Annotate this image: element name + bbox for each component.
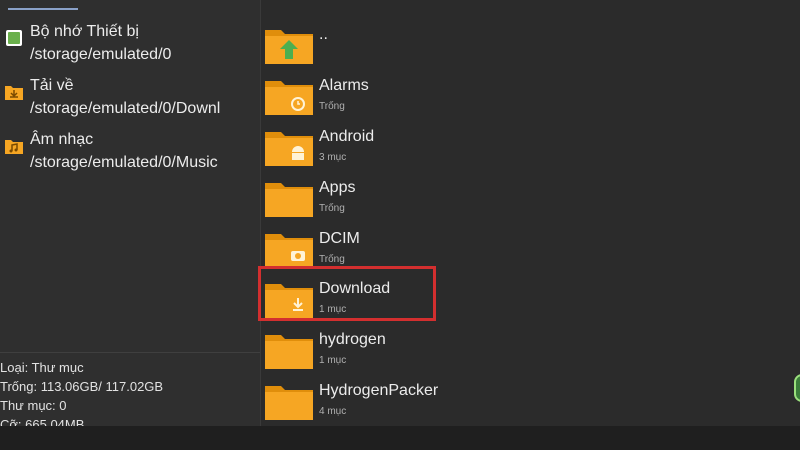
list-item-android[interactable]: Android 3 mục: [261, 120, 800, 170]
folder-list: .. Alarms Trống Android 3 mục Apps Trống: [261, 0, 800, 426]
folder-icon: [265, 81, 313, 115]
list-item-apps[interactable]: Apps Trống: [261, 171, 800, 221]
folder-name: Android: [319, 128, 375, 145]
info-type: Loại: Thư mục: [0, 360, 84, 375]
location-path: /storage/emulated/0/Music: [30, 154, 218, 171]
list-item-hydrogenpacker[interactable]: HydrogenPacker 4 mục: [261, 374, 800, 424]
folder-name: DCIM: [319, 230, 360, 247]
folder-name: HydrogenPacker: [319, 382, 439, 399]
location-name: Tải về: [30, 77, 74, 94]
location-music[interactable]: Âm nhạc /storage/emulated/0/Music: [0, 128, 260, 180]
music-folder-icon: [5, 140, 23, 154]
location-device-storage[interactable]: Bộ nhớ Thiết bị /storage/emulated/0: [0, 20, 260, 72]
download-highlight-box: [258, 266, 436, 321]
folder-item-count: 4 mục: [319, 406, 347, 417]
folder-name: Apps: [319, 179, 356, 196]
folder-icon: [265, 386, 313, 420]
download-folder-icon: [5, 86, 23, 100]
device-storage-icon: [6, 30, 22, 46]
folder-item-count: Trống: [319, 254, 345, 265]
android-icon: [292, 146, 304, 160]
location-name: Bộ nhớ Thiết bị: [30, 23, 139, 40]
location-path: /storage/emulated/0: [30, 46, 172, 63]
floating-action-edge[interactable]: [794, 374, 800, 402]
folder-item-count: 3 mục: [319, 152, 347, 163]
folder-icon: [265, 335, 313, 369]
location-path: /storage/emulated/0/Downl: [30, 100, 221, 117]
list-item-dcim[interactable]: DCIM Trống: [261, 222, 800, 272]
folder-icon: [265, 234, 313, 268]
info-free-space: Trống: 113.06GB/ 117.02GB: [0, 379, 164, 394]
folder-icon: [265, 132, 313, 166]
panel-divider: [0, 352, 260, 353]
folder-name: ..: [319, 26, 328, 43]
list-item-parent[interactable]: ..: [261, 18, 800, 68]
folder-item-count: 1 mục: [319, 355, 347, 366]
location-name: Âm nhạc: [30, 131, 94, 148]
info-folder-count: Thư mục: 0: [0, 398, 67, 413]
location-downloads[interactable]: Tải về /storage/emulated/0/Downl: [0, 74, 260, 126]
folder-icon: [265, 183, 313, 217]
folder-icon: [265, 30, 313, 64]
list-item-alarms[interactable]: Alarms Trống: [261, 69, 800, 119]
folder-name: hydrogen: [319, 331, 386, 348]
panel-top-edge: [8, 0, 78, 10]
locations-panel: Bộ nhớ Thiết bị /storage/emulated/0 Tải …: [0, 0, 261, 432]
folder-item-count: Trống: [319, 101, 345, 112]
folder-item-count: Trống: [319, 203, 345, 214]
list-item-hydrogen[interactable]: hydrogen 1 mục: [261, 323, 800, 373]
bottom-bar: [0, 426, 800, 450]
folder-name: Alarms: [319, 77, 369, 94]
